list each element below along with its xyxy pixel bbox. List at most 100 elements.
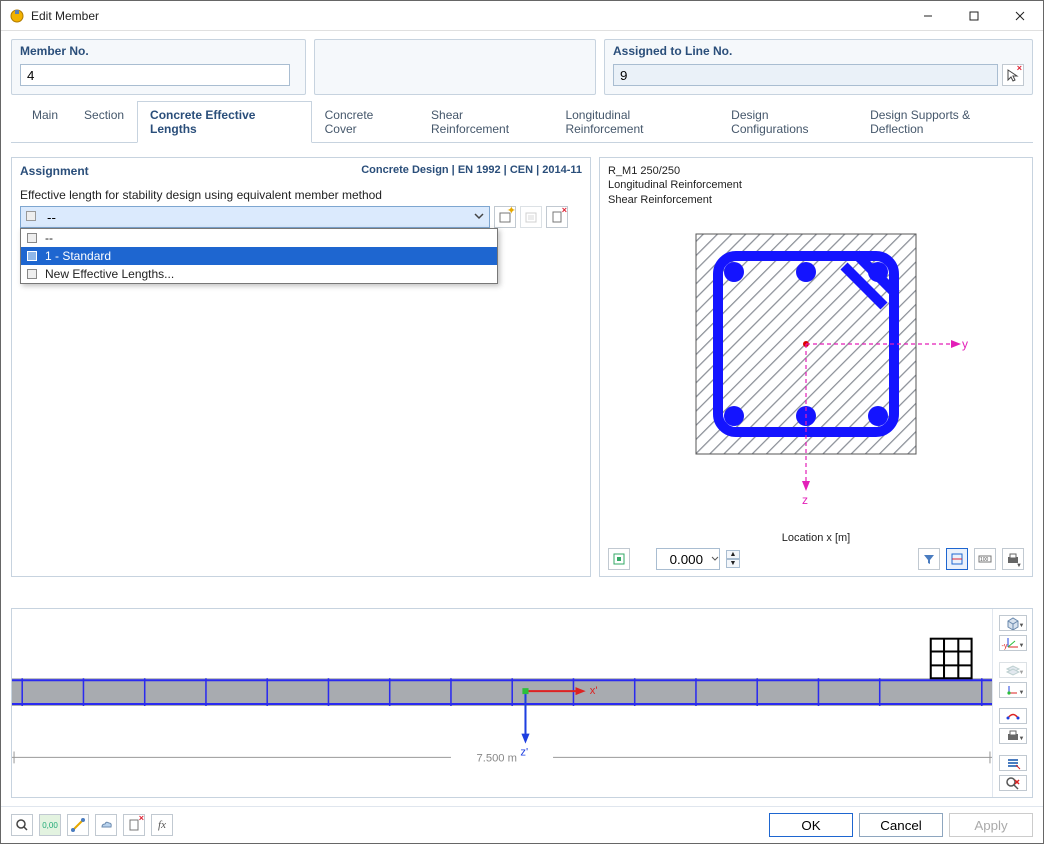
effective-length-input[interactable] [20,206,490,228]
chevron-down-icon[interactable] [710,552,720,566]
option-label: New Effective Lengths... [45,267,174,281]
view-3d-button[interactable]: ▼ [999,615,1027,631]
goto-section-button[interactable] [608,548,630,570]
tab-main[interactable]: Main [19,101,71,142]
tab-concrete-effective-lengths[interactable]: Concrete Effective Lengths [137,101,312,143]
delete-button[interactable]: × [546,206,568,228]
axes-button[interactable]: -y▼ [999,635,1027,651]
location-label: Location x [m] [608,532,1024,544]
ok-button[interactable]: OK [769,813,853,837]
section-icon [612,552,626,566]
option-swatch [27,269,37,279]
elevation-panel: x' z' 7.500 m ▼ -y▼ ▼ ▼ [11,608,1033,798]
member-no-label: Member No. [12,40,305,60]
svg-text:100: 100 [980,557,989,563]
clear-input-button[interactable]: × [123,814,145,836]
assigned-label: Assigned to Line No. [605,40,1032,60]
list-button[interactable] [999,755,1027,771]
location-spinner[interactable]: ▲ ▼ [726,550,740,568]
list-icon [1005,756,1021,770]
printer-icon [1006,729,1020,743]
assignment-title: Assignment [20,164,89,178]
assigned-panel: Assigned to Line No. × [604,39,1033,95]
new-button[interactable]: ✦ [494,206,516,228]
funnel-icon [922,552,936,566]
assignment-panel: Assignment Concrete Design | EN 1992 | C… [11,157,591,577]
elevation-canvas: x' z' 7.500 m [12,609,992,797]
titlebar: Edit Member [1,1,1043,31]
maximize-button[interactable] [951,1,997,31]
tab-concrete-cover[interactable]: Concrete Cover [312,101,418,142]
tab-longitudinal-reinforcement[interactable]: Longitudinal Reinforcement [552,101,718,142]
section-preview-panel: R_M1 250/250 Longitudinal Reinforcement … [599,157,1033,577]
minimize-button[interactable] [905,1,951,31]
cloud-icon [99,818,113,832]
divider-1 [999,655,1027,658]
preview-line-3: Shear Reinforcement [608,193,1024,207]
edit-icon [524,210,538,224]
option-swatch [27,233,37,243]
elevation-toolbar: ▼ -y▼ ▼ ▼ ▼ [992,609,1032,797]
member-icon [71,818,85,832]
print-button[interactable]: ▼ [1002,548,1024,570]
effective-length-combo[interactable]: --1 - StandardNew Effective Lengths... [20,206,490,228]
effective-length-label: Effective length for stability design us… [20,188,582,202]
apply-button[interactable]: Apply [949,813,1033,837]
values-button[interactable]: 100 [974,548,996,570]
tab-design-supports-deflection[interactable]: Design Supports & Deflection [857,101,1033,142]
axis-z-label: z [802,493,808,507]
svg-text:z': z' [520,747,528,759]
option-1-standard[interactable]: 1 - Standard [21,247,497,265]
layers-button[interactable]: ▼ [999,662,1027,678]
length-label: 7.500 m [476,753,517,765]
local-axes-button[interactable]: ▼ [999,682,1027,698]
axis-y-label: y [962,337,968,351]
section-canvas: y z [608,207,1024,532]
app-icon [9,8,25,24]
values-icon: 100 [978,552,992,566]
print-elev-button[interactable]: ▼ [999,728,1027,744]
filter-button[interactable] [918,548,940,570]
member-no-input[interactable] [20,64,290,86]
option-new-effective-lengths-[interactable]: New Effective Lengths... [21,265,497,283]
units-icon: 0,00 [42,821,58,830]
chevron-down-icon [472,209,486,223]
tab-design-configurations[interactable]: Design Configurations [718,101,857,142]
window-title: Edit Member [31,9,99,23]
fx-icon: fx [158,819,166,831]
magnifier-icon [1005,776,1021,790]
spinner-up[interactable]: ▲ [726,550,740,559]
divider-3 [999,748,1027,751]
function-button[interactable]: fx [151,814,173,836]
help-button[interactable] [11,814,33,836]
find-button[interactable] [999,775,1027,791]
design-code-label: Concrete Design | EN 1992 | CEN | 2014-1… [361,164,582,178]
refresh-button[interactable] [95,814,117,836]
member-view-button[interactable] [67,814,89,836]
combo-swatch [26,211,36,221]
divider-2 [999,702,1027,705]
close-button[interactable] [997,1,1043,31]
option--[interactable]: -- [21,229,497,247]
arc-icon [1005,709,1021,723]
cancel-button[interactable]: Cancel [859,813,943,837]
svg-text:x': x' [590,685,598,697]
section-name: R_M1 250/250 [608,164,1024,178]
spinner-down[interactable]: ▼ [726,559,740,568]
edit-button[interactable] [520,206,542,228]
bottom-bar: 0,00 × fx OK Cancel Apply [1,806,1043,843]
units-button[interactable]: 0,00 [39,814,61,836]
member-no-panel: Member No. [11,39,306,95]
preview-line-2: Longitudinal Reinforcement [608,178,1024,192]
preview-text: R_M1 250/250 Longitudinal Reinforcement … [608,164,1024,207]
pick-line-button[interactable]: × [1002,64,1024,86]
effective-length-dropdown[interactable]: -- 1 - Standard New Effective Lengths... [20,228,498,284]
view-toggle-button[interactable] [946,548,968,570]
arc-button[interactable] [999,708,1027,724]
magnifier-icon [15,818,29,832]
blank-panel [314,39,596,95]
tab-section[interactable]: Section [71,101,137,142]
tab-shear-reinforcement[interactable]: Shear Reinforcement [418,101,552,142]
assigned-input[interactable] [613,64,998,86]
option-label: -- [45,231,53,245]
